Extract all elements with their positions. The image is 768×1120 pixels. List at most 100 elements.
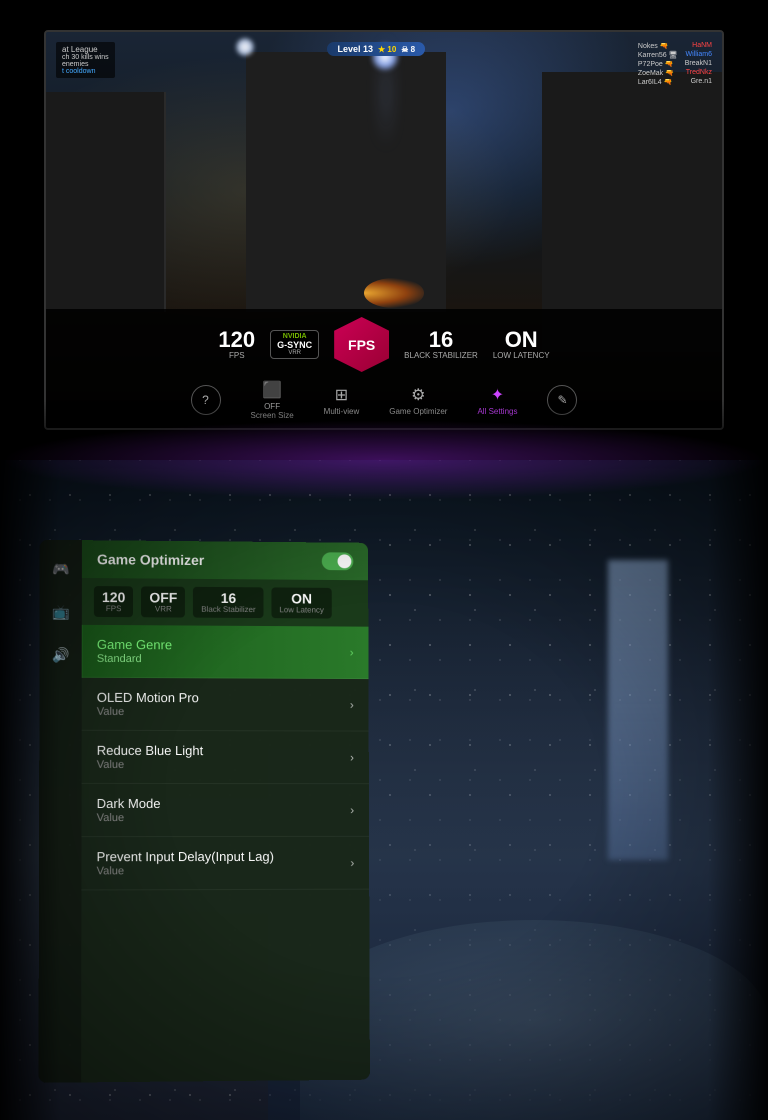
player-row: P72Poe 🔫 BreakN1: [638, 60, 712, 68]
star-icon: ★ 10: [378, 45, 396, 54]
game-optimizer-panel: 🎮 📺 🔊 Game Optimizer 120 FPS OFF VRR: [39, 540, 370, 1083]
multi-view-label: Multi-view: [324, 407, 360, 416]
go-vrr-stat: OFF VRR: [141, 586, 185, 617]
screen-size-control[interactable]: ⬛ OFF Screen Size: [251, 380, 294, 420]
menu-item-name-blue-light: Reduce Blue Light: [97, 743, 203, 758]
stone-ground: [300, 920, 768, 1120]
gsync-nvidia: NVIDIA: [283, 333, 307, 340]
hud-top: at League ch 30 kills wins enemies t coo…: [46, 37, 722, 92]
player4-enemy: TredNkz: [686, 69, 712, 77]
sidebar-icon-display[interactable]: 📺: [47, 598, 75, 626]
multi-view-control[interactable]: ⊞ Multi-view: [324, 385, 360, 416]
hud-center: Level 13 ★ 10 ☠ 8: [327, 42, 425, 56]
screen-size-icon: ⬛: [262, 380, 282, 400]
chevron-right-icon: ›: [350, 645, 354, 659]
player1-enemy: HaNM: [692, 42, 712, 50]
go-vrr-value: OFF: [149, 590, 177, 604]
player3: P72Poe 🔫: [638, 60, 674, 68]
menu-item-left: Dark Mode Value: [97, 796, 161, 824]
sidebar-icons: 🎮 📺 🔊: [39, 540, 82, 1083]
go-ll-stat: ON Low Latency: [271, 587, 331, 618]
menu-item-reduce-blue-light[interactable]: Reduce Blue Light Value ›: [82, 731, 369, 784]
edit-button[interactable]: ✎: [547, 385, 577, 415]
chevron-right-icon: ›: [350, 803, 354, 817]
bottom-bar-top: 120 FPS NVIDIA G-SYNC VRR FPS 16 Black S…: [46, 309, 722, 428]
player4: ZoeMak 🔫: [638, 69, 674, 77]
menu-item-value-blue-light: Value: [97, 759, 204, 771]
go-bs-stat: 16 Black Stabilizer: [193, 587, 263, 618]
menu-section: Game Genre Standard › OLED Motion Pro Va…: [81, 625, 369, 891]
menu-item-left: Prevent Input Delay(Input Lag) Value: [97, 849, 274, 877]
skull-icon: ☠ 8: [401, 45, 415, 54]
game-optimizer-label: Game Optimizer: [389, 407, 447, 416]
controls-row: ? ⬛ OFF Screen Size ⊞ Multi-view ⚙ Game …: [66, 380, 702, 420]
menu-item-name-dark-mode: Dark Mode: [97, 796, 161, 811]
game-screen-top: at League ch 30 kills wins enemies t coo…: [44, 30, 724, 430]
go-bs-label: Black Stabilizer: [201, 605, 255, 614]
go-fps-value: 120: [102, 590, 125, 604]
gsync-badge: NVIDIA G-SYNC VRR: [270, 330, 319, 359]
go-ll-label: Low Latency: [279, 605, 323, 614]
screen-size-label-top: OFF: [264, 402, 280, 411]
menu-item-left: Game Genre Standard: [97, 637, 172, 665]
cooldown-info: t cooldown: [62, 68, 109, 75]
all-settings-control[interactable]: ✦ All Settings: [477, 385, 517, 416]
go-fps-label: FPS: [106, 604, 122, 613]
player2-enemy: William6: [686, 51, 712, 59]
menu-item-name-oled: OLED Motion Pro: [97, 690, 199, 705]
menu-item-value-input-delay: Value: [97, 865, 274, 877]
black-stabilizer-label: Black Stabilizer: [404, 351, 478, 360]
fps-label: FPS: [229, 351, 245, 360]
menu-item-input-delay[interactable]: Prevent Input Delay(Input Lag) Value ›: [81, 837, 369, 891]
player5-enemy: Gre.n1: [691, 78, 712, 86]
go-stats-row: 120 FPS OFF VRR 16 Black Stabilizer ON L…: [82, 578, 368, 627]
screen-size-label: Screen Size: [251, 411, 294, 420]
main-panel: Game Optimizer 120 FPS OFF VRR 16 Black …: [81, 540, 370, 1082]
hud-right: Nokes 🔫 HaNM Karren56 🖥 William6 P72Poe …: [638, 42, 712, 87]
menu-item-name-input-delay: Prevent Input Delay(Input Lag): [97, 849, 274, 864]
low-latency-label: Low Latency: [493, 351, 550, 360]
chevron-right-icon: ›: [350, 750, 354, 764]
go-bs-value: 16: [221, 591, 236, 605]
sidebar-icon-gamepad[interactable]: 🎮: [47, 555, 75, 583]
all-settings-label: All Settings: [477, 407, 517, 416]
all-settings-icon: ✦: [491, 385, 504, 405]
menu-item-game-genre[interactable]: Game Genre Standard ›: [82, 625, 369, 679]
game-optimizer-control[interactable]: ⚙ Game Optimizer: [389, 385, 447, 416]
multi-view-icon: ⊞: [335, 385, 348, 405]
game-optimizer-toggle[interactable]: [322, 552, 354, 570]
black-stabilizer-value: 16: [429, 329, 453, 351]
player3-enemy: BreakN1: [685, 60, 712, 68]
black-stabilizer-stat: 16 Black Stabilizer: [404, 329, 478, 360]
menu-item-left: Reduce Blue Light Value: [97, 743, 204, 771]
menu-item-value-oled: Value: [97, 706, 199, 718]
player1: Nokes 🔫: [638, 42, 669, 50]
chevron-right-icon: ›: [350, 856, 354, 870]
player-row: Lar6IL4 🔫 Gre.n1: [638, 78, 712, 86]
chevron-right-icon: ›: [350, 698, 354, 712]
match-info: at League: [62, 45, 109, 54]
kills-info: ch 30 kills wins: [62, 54, 109, 61]
fps-hexagon: FPS: [334, 317, 389, 372]
menu-item-value-dark-mode: Value: [97, 812, 161, 824]
level-text: Level 13: [337, 44, 373, 54]
go-ll-value: ON: [291, 592, 312, 606]
gsync-sub: VRR: [288, 350, 301, 356]
fps-stat: 120 FPS: [218, 329, 255, 360]
low-latency-value: ON: [505, 329, 538, 351]
player5: Lar6IL4 🔫: [638, 78, 672, 86]
bottom-game-section: 🎮 📺 🔊 Game Optimizer 120 FPS OFF VRR: [0, 460, 768, 1120]
fps-value: 120: [218, 329, 255, 351]
go-vrr-label: VRR: [155, 604, 172, 613]
stats-row: 120 FPS NVIDIA G-SYNC VRR FPS 16 Black S…: [66, 317, 702, 372]
menu-item-value-game-genre: Standard: [97, 653, 172, 665]
menu-item-oled-motion[interactable]: OLED Motion Pro Value ›: [82, 678, 369, 732]
player-row: Karren56 🖥 William6: [638, 51, 712, 59]
player-row: ZoeMak 🔫 TredNkz: [638, 69, 712, 77]
menu-item-name-game-genre: Game Genre: [97, 637, 172, 652]
go-fps-stat: 120 FPS: [94, 586, 133, 617]
menu-item-left: OLED Motion Pro Value: [97, 690, 199, 718]
sidebar-icon-audio[interactable]: 🔊: [47, 641, 75, 669]
help-button[interactable]: ?: [191, 385, 221, 415]
menu-item-dark-mode[interactable]: Dark Mode Value ›: [82, 784, 370, 837]
